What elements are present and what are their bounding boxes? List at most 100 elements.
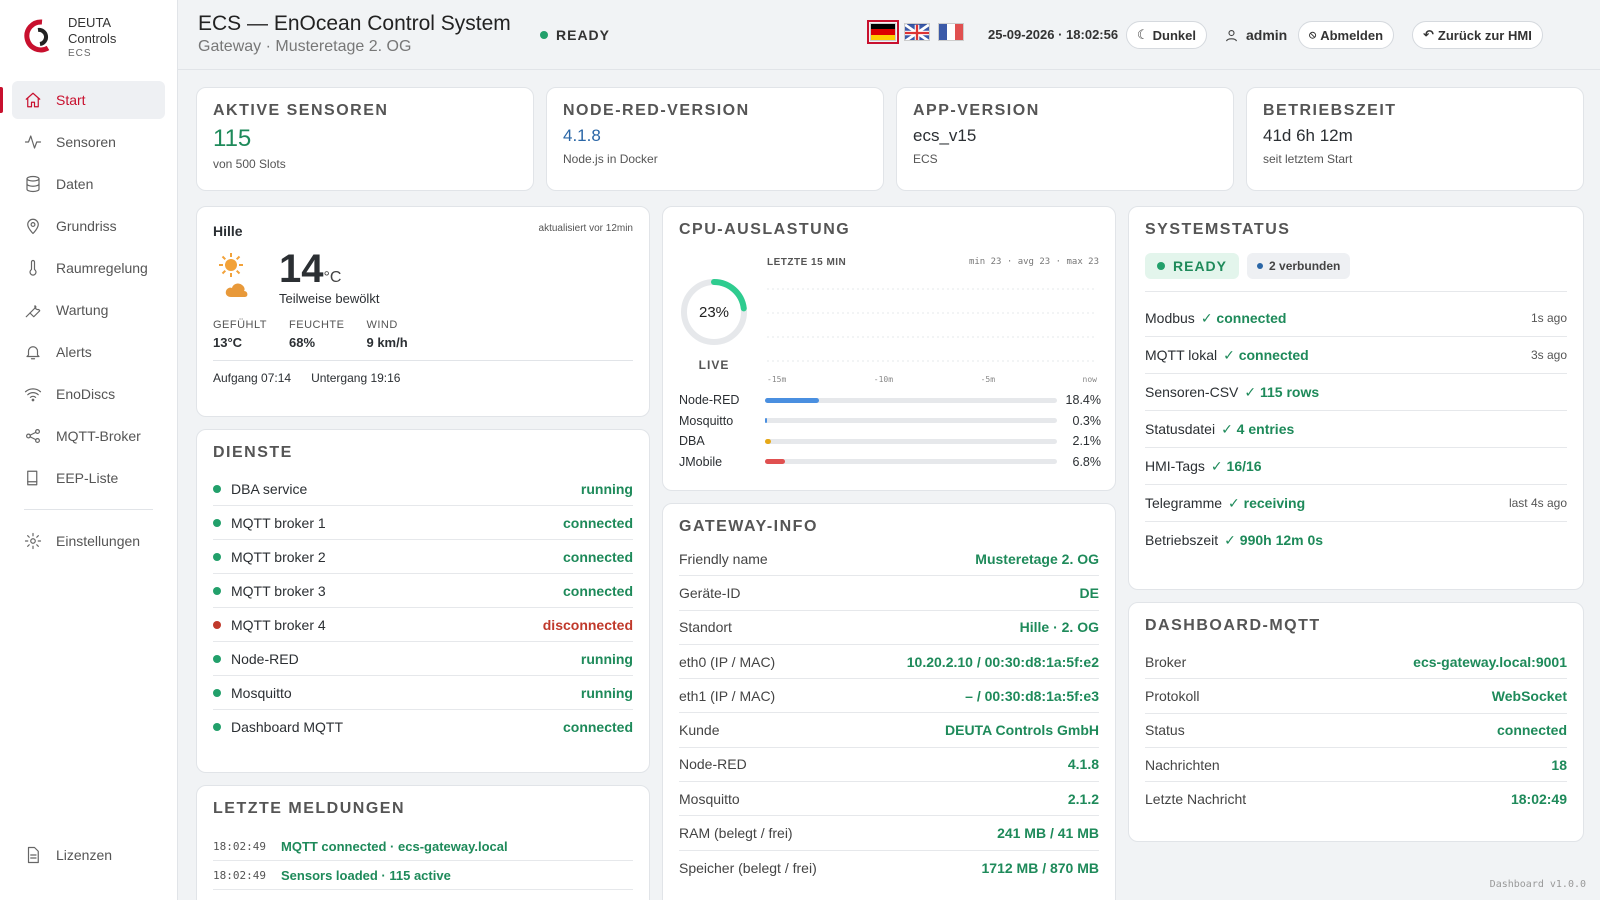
flag-de-icon[interactable]	[867, 20, 899, 44]
process-name: Mosquitto	[679, 413, 734, 428]
kpi-value: ecs_v15	[913, 126, 977, 145]
info-row: Protokoll WebSocket	[1145, 679, 1567, 714]
process-bar-track	[765, 397, 1057, 403]
sidebar-item-label: Alerts	[56, 344, 92, 360]
process-percent: 2.1%	[1072, 434, 1102, 449]
messages-card: LETZTE MELDUNGEN 18:02:49 MQTT connected …	[196, 785, 650, 900]
cpu-process-row: Mosquitto 0.3%	[679, 411, 1101, 432]
user-menu[interactable]: admin	[1224, 21, 1287, 49]
info-value: 4.1.8	[1067, 756, 1099, 773]
service-state: connected	[562, 514, 633, 531]
status-dot-icon	[540, 31, 548, 39]
logout-label: Abmelden	[1320, 27, 1384, 43]
sidebar-item-enodiscs[interactable]: EnoDiscs	[12, 375, 165, 413]
status-key: Statusdatei	[1145, 420, 1216, 437]
info-row: Speicher (belegt / frei) 1712 MB / 870 MB	[679, 851, 1099, 885]
kpi-sub: ECS	[913, 152, 938, 166]
page-subtitle: Gateway · Musteretage 2. OG	[198, 38, 412, 55]
weather-city: Hille	[213, 223, 243, 239]
info-row: Node-RED 4.1.8	[679, 748, 1099, 783]
status-dot-icon	[1157, 262, 1165, 270]
info-key: Standort	[679, 619, 732, 636]
status-key: Betriebszeit	[1145, 532, 1219, 548]
status-dot-icon	[213, 586, 221, 595]
weather-unit: °C	[323, 269, 342, 286]
cpu-stats: min 23 · avg 23 · max 23	[968, 257, 1099, 267]
system-status-card: SYSTEMSTATUS READY 2 verbunden Modbus ✓ c…	[1128, 206, 1584, 590]
service-row: MQTT broker 3 connected	[213, 574, 633, 608]
humidity-value: 68%	[289, 335, 316, 350]
status-text: READY	[556, 27, 611, 43]
status-value: ✓ connected	[1200, 309, 1287, 326]
system-status-row: MQTT lokal ✓ connected 3s ago	[1145, 337, 1567, 374]
service-name: Mosquitto	[231, 684, 292, 701]
language-switcher	[867, 20, 964, 44]
info-value: ecs-gateway.local:9001	[1413, 653, 1567, 670]
sidebar-item-label: Start	[56, 92, 86, 108]
nav-divider	[24, 509, 153, 510]
service-name: Dashboard MQTT	[231, 719, 344, 735]
service-state: connected	[562, 548, 633, 565]
kpi-uptime: BETRIEBSZEIT 41d 6h 12m seit letztem Sta…	[1246, 87, 1584, 191]
sidebar-item-alerts[interactable]: Alerts	[12, 333, 165, 371]
system-title: SYSTEMSTATUS	[1145, 221, 1291, 238]
process-name: JMobile	[679, 454, 723, 469]
cpu-tick: now	[1082, 375, 1097, 384]
sidebar-item-sensoren[interactable]: Sensoren	[12, 123, 165, 161]
flag-fr-icon[interactable]	[938, 23, 964, 41]
sidebar-item-eep-liste[interactable]: EEP-Liste	[12, 459, 165, 497]
info-row: Friendly name Musteretage 2. OG	[679, 542, 1099, 577]
info-value: DEUTA Controls GmbH	[945, 722, 1099, 739]
sidebar-item-label: Wartung	[56, 302, 109, 318]
page-title: ECS — EnOcean Control System	[198, 12, 511, 35]
flag-uk-icon[interactable]	[904, 23, 930, 41]
bell-icon	[26, 346, 40, 360]
sidebar-item-raumregelung[interactable]: Raumregelung	[12, 249, 165, 287]
process-bar-fill	[765, 438, 772, 444]
cpu-process-bars: Node-RED 18.4% Mosquitto 0.3% DBA 2.1% JMobile…	[679, 390, 1101, 472]
cpu-time-axis: -15m -10m -5m now	[767, 375, 1097, 384]
info-value: 1712 MB / 870 MB	[981, 859, 1100, 876]
cpu-live-label: LIVE	[698, 358, 730, 372]
book-icon	[27, 470, 38, 486]
service-state: connected	[562, 582, 633, 599]
process-percent: 18.4%	[1065, 393, 1101, 408]
sidebar-item-grundriss[interactable]: Grundriss	[12, 207, 165, 245]
connections-text: 2 verbunden	[1269, 259, 1341, 273]
info-value: Musteretage 2. OG	[975, 550, 1099, 567]
file-icon	[27, 846, 39, 864]
kpi-sub: von 500 Slots	[213, 157, 286, 171]
humidity-label: FEUCHTE	[289, 319, 345, 331]
logout-button[interactable]: ⦸ Abmelden	[1298, 21, 1395, 49]
back-arrow-icon: ↶	[1423, 27, 1434, 42]
status-age: 1s ago	[1530, 311, 1567, 325]
message-text: Sensors loaded · 115 active	[281, 867, 451, 883]
footer-version: Dashboard v1.0.0	[1489, 879, 1586, 890]
sidebar-item-daten[interactable]: Daten	[12, 165, 165, 203]
info-value: connected	[1496, 722, 1567, 739]
sidebar-item-wartung[interactable]: Wartung	[12, 291, 165, 329]
cpu-title: CPU-AUSLASTUNG	[679, 221, 851, 238]
cpu-gauge-ring: 23%	[681, 279, 747, 345]
info-row: Nachrichten 18	[1145, 748, 1567, 783]
status-dot-icon	[213, 654, 221, 663]
sidebar-item-start[interactable]: Start	[0, 81, 165, 119]
kpi-value: 4.1.8	[563, 126, 601, 145]
service-row: Mosquitto running	[213, 676, 633, 710]
back-label: Zurück zur HMI	[1437, 27, 1532, 43]
sidebar-item-mqtt-broker[interactable]: MQTT-Broker	[12, 417, 165, 455]
user-name: admin	[1246, 27, 1288, 43]
service-name: DBA service	[231, 480, 308, 497]
info-key: eth0 (IP / MAC)	[679, 653, 776, 670]
status-key: Telegramme	[1145, 494, 1223, 511]
dark-mode-button[interactable]: ☾ Dunkel	[1126, 21, 1207, 49]
brand-logo[interactable]: DEUTA Controls ECS	[0, 0, 177, 76]
sidebar-item-lizenzen[interactable]: Lizenzen	[12, 836, 165, 874]
sidebar-item-einstellungen[interactable]: Einstellungen	[12, 522, 165, 560]
system-status-row: Betriebszeit ✓ 990h 12m 0s	[1145, 522, 1567, 559]
info-key: Broker	[1145, 653, 1187, 670]
status-age: 3s ago	[1530, 348, 1567, 362]
message-text: MQTT connected · ecs-gateway.local	[281, 838, 508, 854]
back-to-hmi-button[interactable]: ↶ Zurück zur HMI	[1412, 21, 1543, 49]
info-row: Kunde DEUTA Controls GmbH	[679, 713, 1099, 748]
